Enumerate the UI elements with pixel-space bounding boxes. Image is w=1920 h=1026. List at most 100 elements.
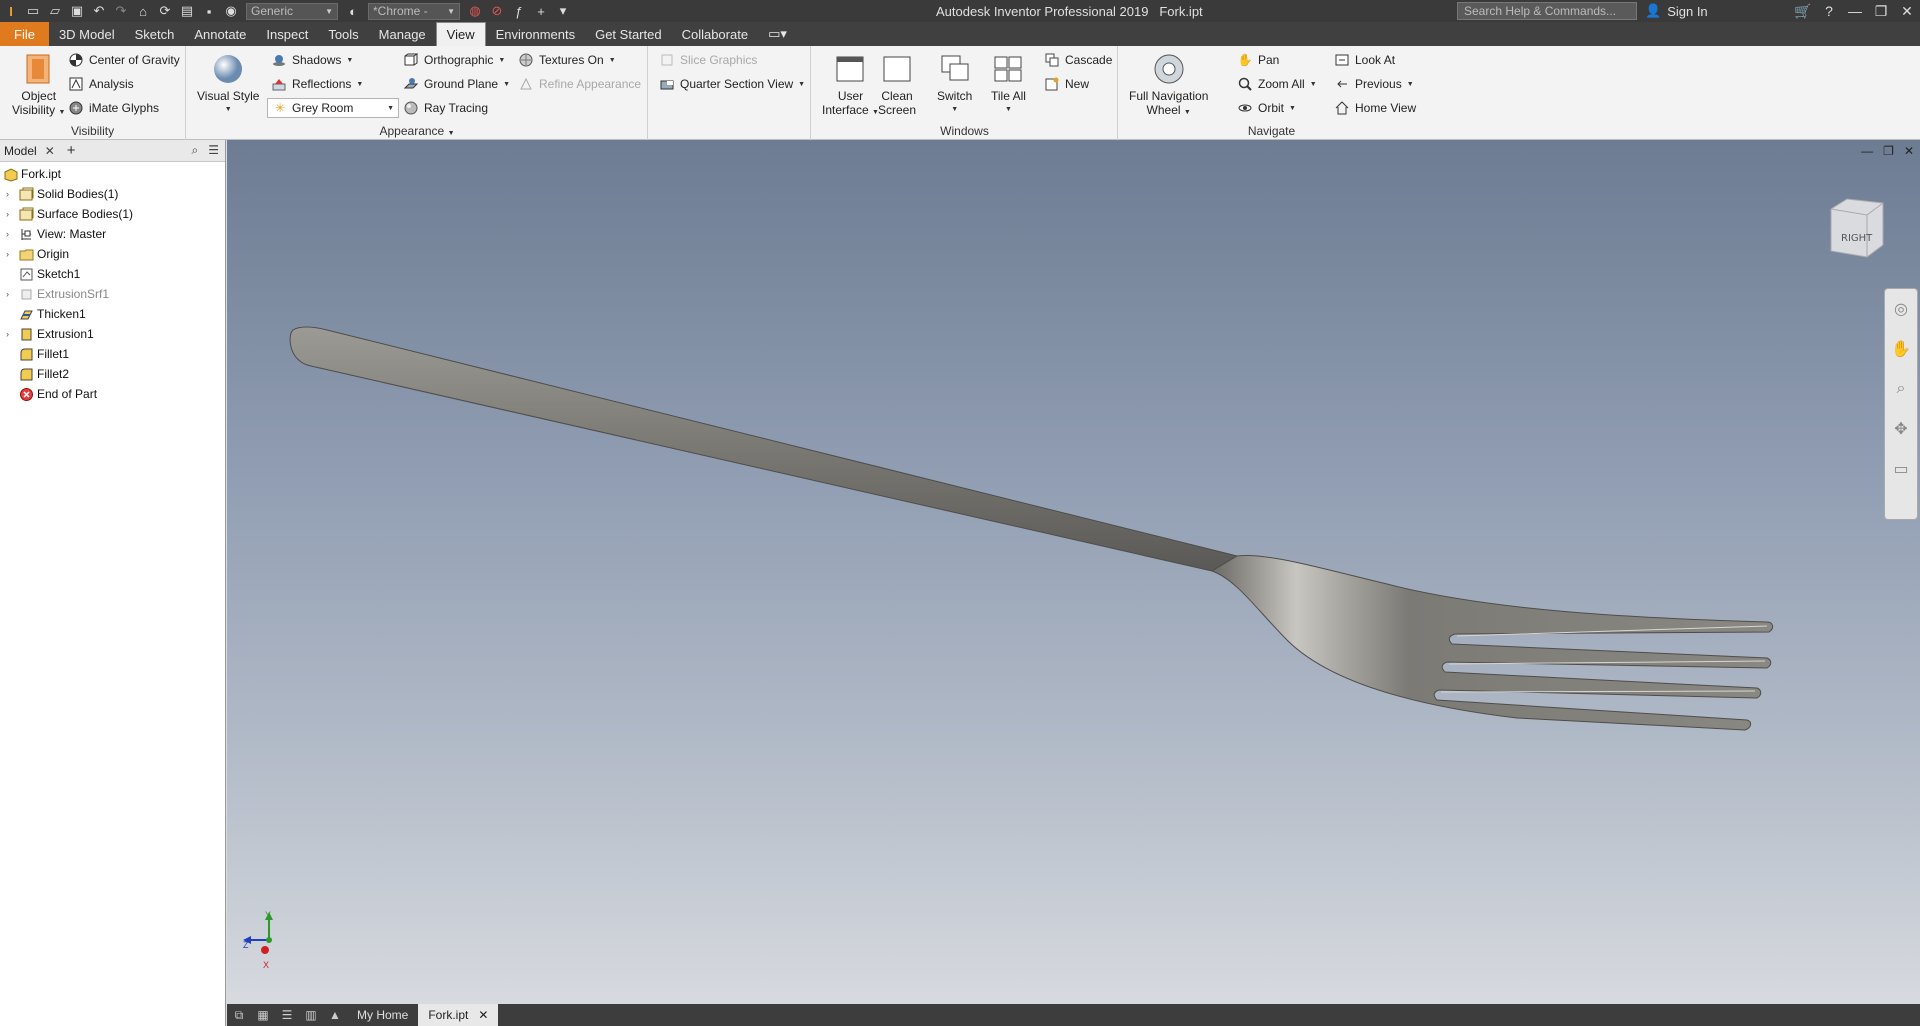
look-at-button[interactable]: Look At	[1334, 52, 1395, 68]
search-input[interactable]: Search Help & Commands...	[1457, 2, 1637, 20]
close-icon[interactable]: ✕	[1894, 3, 1920, 20]
cascade-button[interactable]: Cascade	[1044, 52, 1112, 68]
cascade-windows-icon[interactable]: ⧉	[227, 1008, 251, 1023]
tile-windows-icon[interactable]: ▦	[251, 1008, 275, 1022]
tree-node-extrusion-srf1[interactable]: › ExtrusionSrf1	[0, 284, 225, 304]
orthographic-button[interactable]: Orthographic ▼	[403, 52, 505, 68]
orbit-icon[interactable]: ✥	[1885, 409, 1917, 449]
tree-node-sketch1[interactable]: Sketch1	[0, 264, 225, 284]
tab-collaborate[interactable]: Collaborate	[672, 22, 759, 46]
tree-node-fillet2[interactable]: Fillet2	[0, 364, 225, 384]
browser-tab-model[interactable]: Model	[0, 144, 41, 158]
browser-menu-icon[interactable]: ☰	[208, 143, 219, 158]
expand-icon[interactable]: ›	[6, 289, 16, 299]
clear-icon[interactable]: ⊘	[486, 0, 508, 22]
help-icon[interactable]: ?	[1816, 3, 1842, 19]
orbit-button[interactable]: Orbit ▼	[1237, 100, 1296, 116]
tree-node-thicken1[interactable]: Thicken1	[0, 304, 225, 324]
tab-environments[interactable]: Environments	[486, 22, 585, 46]
object-visibility-button[interactable]: Object Visibility ▼	[12, 52, 65, 120]
plus-icon[interactable]: +	[530, 0, 552, 22]
tree-node-origin[interactable]: › Origin	[0, 244, 225, 264]
lighting-style-combo[interactable]: ✳ Grey Room ▼	[267, 98, 399, 118]
tab-my-home[interactable]: My Home	[347, 1004, 418, 1026]
app-logo-icon[interactable]: I	[0, 0, 22, 22]
close-browser-icon[interactable]: ✕	[45, 144, 55, 158]
slice-graphics-button[interactable]: Slice Graphics	[659, 52, 757, 68]
tree-node-view-master[interactable]: › View: Master	[0, 224, 225, 244]
color-icon[interactable]: ◉	[220, 0, 242, 22]
appearance-combo[interactable]: *Chrome - ▼	[368, 2, 460, 20]
redo-icon[interactable]: ↷	[110, 0, 132, 22]
graphics-viewport[interactable]: — ❐ ✕ RIGHT ◎ ✋ ⌕ ✥ ▭ Y Z X	[227, 140, 1920, 1004]
cart-icon[interactable]: 🛒	[1790, 3, 1816, 20]
minimize-icon[interactable]: —	[1842, 3, 1868, 19]
window-list-icon[interactable]: ▲	[323, 1008, 347, 1022]
look-at-icon[interactable]: ▭	[1885, 449, 1917, 489]
update-icon[interactable]: ⟳	[154, 0, 176, 22]
new-file-icon[interactable]: ▭	[22, 0, 44, 22]
textures-on-button[interactable]: Textures On ▼	[518, 52, 616, 68]
previous-view-button[interactable]: Previous ▼	[1334, 76, 1414, 92]
tree-node-fillet1[interactable]: Fillet1	[0, 344, 225, 364]
expand-icon[interactable]: ›	[6, 209, 16, 219]
search-icon[interactable]: ⌕	[192, 143, 199, 158]
view-cube[interactable]: RIGHT	[1827, 195, 1885, 259]
shadows-button[interactable]: Shadows ▼	[271, 52, 353, 68]
ribbon-options-icon[interactable]: ▭▾	[758, 22, 797, 46]
visual-style-button[interactable]: Visual Style ▼	[197, 52, 259, 117]
imate-glyphs-button[interactable]: iMate Glyphs	[68, 100, 159, 116]
full-navigation-wheel-button[interactable]: Full Navigation Wheel ▼	[1129, 52, 1208, 120]
analysis-button[interactable]: Analysis	[68, 76, 134, 92]
user-interface-button[interactable]: User Interface ▼	[822, 52, 879, 120]
tab-file[interactable]: File	[0, 22, 49, 46]
clean-screen-button[interactable]: Clean Screen	[878, 52, 916, 117]
reflections-button[interactable]: Reflections ▼	[271, 76, 363, 92]
appearance-icon[interactable]: ◐	[342, 0, 364, 22]
tab-fork-ipt[interactable]: Fork.ipt ✕	[418, 1004, 499, 1026]
add-browser-tab-icon[interactable]: +	[67, 142, 76, 159]
pan-button[interactable]: ✋ Pan	[1237, 52, 1280, 68]
sign-in-button[interactable]: 👤 Sign In	[1645, 3, 1708, 19]
tree-node-end-of-part[interactable]: End of Part	[0, 384, 225, 404]
tile-horizontal-icon[interactable]: ☰	[275, 1008, 299, 1022]
tools-icon[interactable]: ▪	[198, 0, 220, 22]
tab-inspect[interactable]: Inspect	[256, 22, 318, 46]
tab-tools[interactable]: Tools	[318, 22, 368, 46]
zoom-all-button[interactable]: Zoom All ▼	[1237, 76, 1317, 92]
tab-get-started[interactable]: Get Started	[585, 22, 671, 46]
center-of-gravity-button[interactable]: Center of Gravity	[68, 52, 180, 68]
select-icon[interactable]: ▤	[176, 0, 198, 22]
home-view-button[interactable]: Home View	[1334, 100, 1416, 116]
tree-node-solid-bodies[interactable]: › Solid Bodies(1)	[0, 184, 225, 204]
ray-tracing-button[interactable]: Ray Tracing	[403, 100, 488, 116]
tab-3d-model[interactable]: 3D Model	[49, 22, 125, 46]
tree-node-part[interactable]: Fork.ipt	[0, 164, 225, 184]
refine-appearance-button[interactable]: Refine Appearance	[518, 76, 641, 92]
expand-icon[interactable]: ›	[6, 229, 16, 239]
quarter-section-view-button[interactable]: Quarter Section View ▼	[659, 76, 805, 92]
tile-vertical-icon[interactable]: ▥	[299, 1008, 323, 1022]
tile-all-button[interactable]: Tile All ▼	[991, 52, 1026, 117]
material-combo[interactable]: Generic ▼	[246, 2, 338, 20]
undo-icon[interactable]: ↶	[88, 0, 110, 22]
zoom-icon[interactable]: ⌕	[1885, 369, 1917, 409]
adjust-icon[interactable]: ◍	[464, 0, 486, 22]
expand-icon[interactable]: ›	[6, 329, 16, 339]
tab-annotate[interactable]: Annotate	[184, 22, 256, 46]
open-file-icon[interactable]: ▱	[44, 0, 66, 22]
fx-icon[interactable]: ƒ	[508, 0, 530, 22]
tab-view[interactable]: View	[435, 22, 486, 46]
tree-node-extrusion1[interactable]: › Extrusion1	[0, 324, 225, 344]
fork-model[interactable]	[227, 140, 1920, 1004]
new-window-button[interactable]: New	[1044, 76, 1089, 92]
tab-sketch[interactable]: Sketch	[125, 22, 185, 46]
save-icon[interactable]: ▣	[66, 0, 88, 22]
pan-hand-icon[interactable]: ✋	[1885, 329, 1917, 369]
home-icon[interactable]: ⌂	[132, 0, 154, 22]
switch-button[interactable]: Switch ▼	[937, 52, 972, 117]
customize-icon[interactable]: ▾	[552, 0, 574, 22]
steering-wheel-icon[interactable]: ◎	[1885, 289, 1917, 329]
expand-icon[interactable]: ›	[6, 249, 16, 259]
ground-plane-button[interactable]: Ground Plane ▼	[403, 76, 510, 92]
